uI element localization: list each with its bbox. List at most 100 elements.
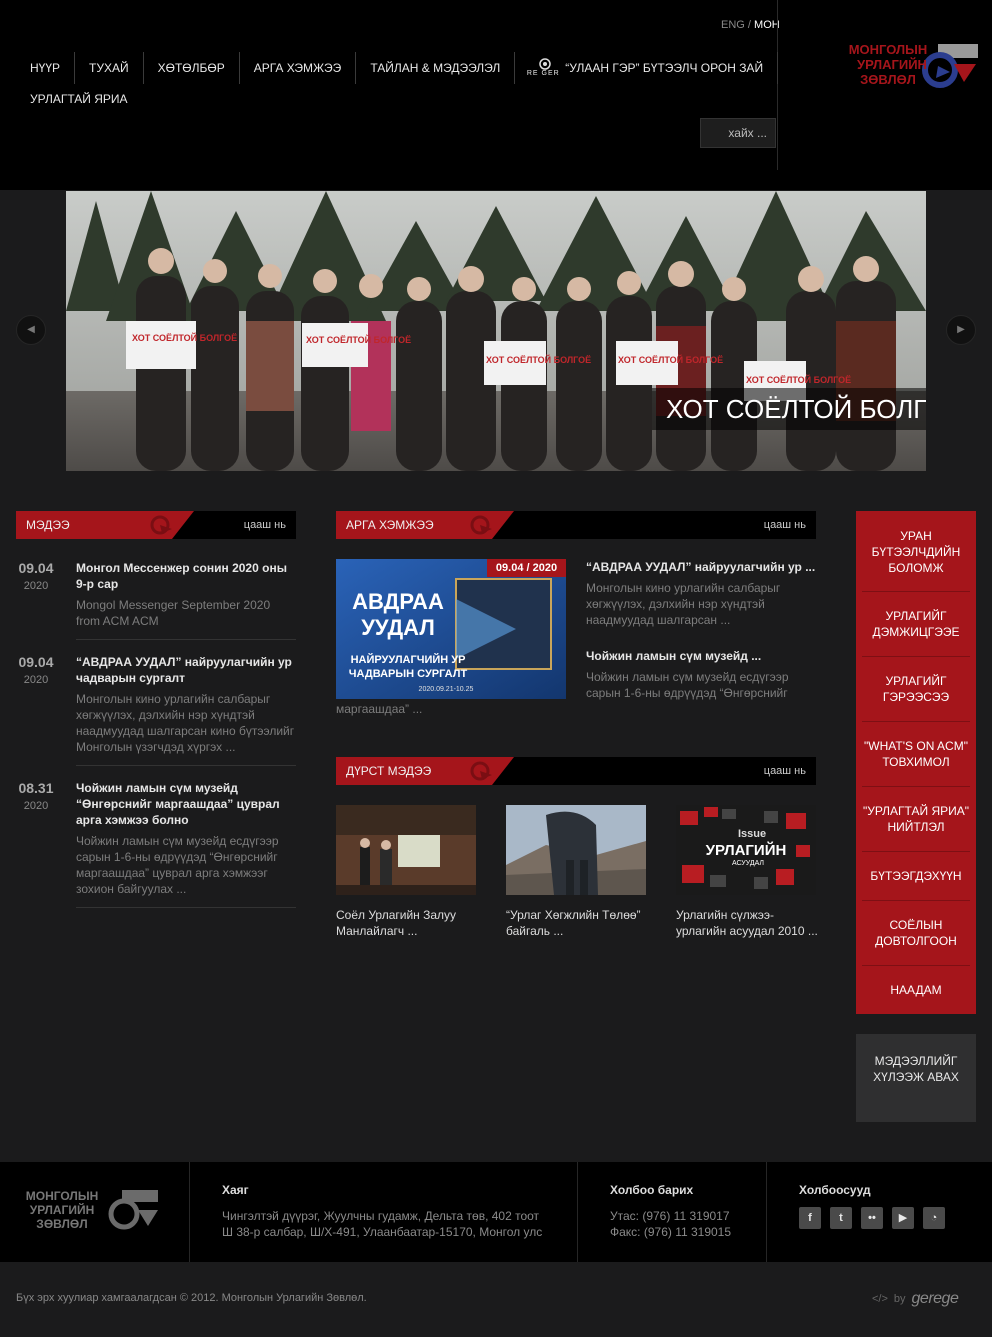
side-menu-item[interactable]: НААДАМ [856, 982, 976, 998]
news-body: Монгол Мессенжер сонин 2020 оны 9-р сар … [76, 560, 296, 629]
side-menu-item[interactable]: УРЛАГИЙГ ГЭРЭЭСЭЭ [856, 673, 976, 705]
footer-divider [189, 1162, 190, 1262]
event-poster-image[interactable]: АВДРАА УУДАЛ НАЙРУУЛАГЧИЙН УР ЧАДВАРЫН С… [336, 559, 566, 699]
news-date: 09.04 2020 [16, 560, 56, 592]
flickr-icon[interactable]: •• [861, 1207, 883, 1229]
footer-logo-line-1: МОНГОЛЫН [26, 1189, 99, 1203]
sign-text-1: ХОТ СОЁЛТОЙ БОЛГОЁ [132, 332, 237, 343]
side-menu-item[interactable]: УРЛАГИЙГ ДЭМЖИЦГЭЭЕ [856, 608, 976, 640]
slider-next-button[interactable]: ▶ [946, 315, 976, 345]
side-menu-divider [862, 965, 970, 966]
news-item-summary: Монголын кино урлагийн салбарыг хөгжүүлэ… [76, 692, 295, 754]
nav-art-talk[interactable]: УРЛАГТАЙ ЯРИА [30, 92, 128, 106]
footer-logo[interactable]: МОНГОЛЫН УРЛАГИЙН ЗӨВЛӨЛ [22, 1188, 162, 1237]
gallery-thumb[interactable] [336, 805, 476, 895]
news-item-title[interactable]: Чойжин ламын сүм музейд “Өнгөрснийг марг… [76, 780, 296, 828]
by-text: by [893, 1293, 906, 1305]
copyright-text: Бүх эрх хуулиар хамгаалагдсан © 2012. Мо… [16, 1292, 367, 1304]
language-switcher: ENG / МОН [721, 19, 780, 31]
news-divider [76, 907, 296, 908]
chevron-left-icon: ◀ [27, 324, 35, 335]
side-menu-item[interactable]: БҮТЭЭГДЭХҮҮН [856, 868, 976, 884]
facebook-icon[interactable]: f [799, 1207, 821, 1229]
poster-dates: 2020.09.21-10.25 [419, 686, 474, 693]
gallery-image [336, 805, 476, 895]
reger-eye-icon [539, 58, 552, 70]
poster-sub-2: ЧАДВАРЫН СУРГАЛТ [349, 668, 468, 680]
gallery-image: Issue УРЛАГИЙН АСУУДАЛ [676, 805, 816, 895]
news-year: 2020 [23, 580, 49, 592]
search-input[interactable] [700, 118, 776, 148]
side-menu-item[interactable]: "УРЛАГТАЙ ЯРИА" НИЙТЛЭЛ [856, 803, 976, 835]
news-divider [76, 765, 296, 766]
side-menu-divider [862, 900, 970, 901]
slider-prev-button[interactable]: ◀ [16, 315, 46, 345]
news-item-title[interactable]: Монгол Мессенжер сонин 2020 оны 9-р сар [76, 560, 296, 592]
logo-line-2: УРЛАГИЙН [857, 57, 927, 72]
news-item-title[interactable]: “АВДРАА УУДАЛ” найруулагчийн ур чадварын… [76, 654, 296, 686]
hero-slider[interactable]: ХОТ СОЁЛТОЙ БОЛГОЁ ХОТ СОЁЛТОЙ БОЛГОЁ ХО… [66, 191, 926, 471]
side-menu-item[interactable]: СОЁЛЫН ДОВТОЛГООН [856, 917, 976, 949]
event-summary-2-cont: маргаашдаа” ... [336, 702, 423, 716]
nav-reports[interactable]: ТАЙЛАН & МЭДЭЭЛЭЛ [356, 52, 516, 84]
site-logo[interactable]: МОНГОЛЫН УРЛАГИЙН ЗӨВЛӨЛ [830, 42, 980, 88]
sign-text-3: ХОТ СОЁЛТОЙ БОЛГОЁ [486, 354, 591, 365]
twitter-icon[interactable]: t [830, 1207, 852, 1229]
gallery-thumb[interactable] [506, 805, 646, 895]
news-header: МЭДЭЭ цааш нь [16, 511, 296, 539]
news-date: 08.31 2020 [16, 780, 56, 812]
developer-credit[interactable]: </> by gerege [872, 1290, 959, 1308]
news-item-summary: Mongol Messenger September 2020 from ACM… [76, 598, 271, 628]
nav-about[interactable]: ТУХАЙ [75, 52, 144, 84]
footer-logo-line-2: УРЛАГИЙН [30, 1202, 95, 1217]
youtube-icon[interactable]: ▶ [892, 1207, 914, 1229]
side-menu: УРАН БҮТЭЭЛЧДИЙН БОЛОМЖ УРЛАГИЙГ ДЭМЖИЦГ… [856, 511, 976, 1014]
thumb-text-1: Issue [738, 828, 766, 840]
lang-eng-link[interactable]: ENG [721, 19, 745, 31]
developer-logo: gerege [911, 1290, 959, 1307]
nav-program[interactable]: ХӨТӨЛБӨР [144, 52, 240, 84]
news-title: МЭДЭЭ [26, 518, 70, 532]
nav-home[interactable]: НҮҮР [16, 52, 76, 84]
side-menu-item[interactable]: "WHAT'S ON ACM" ТОВХИМОЛ [856, 738, 976, 770]
news-day: 09.04 [18, 560, 54, 576]
news-body: Чойжин ламын сүм музейд “Өнгөрснийг марг… [76, 780, 296, 897]
nav-events[interactable]: АРГА ХЭМЖЭЭ [240, 52, 357, 84]
event-summary-2: Чойжин ламын сүм музейд есдүгээр сарын 1… [586, 670, 789, 700]
gallery-caption[interactable]: Урлагийн сүлжээ-урлагийн асуудал 2010 ..… [676, 907, 821, 939]
side-menu-divider [862, 786, 970, 787]
links-heading: Холбоосууд [799, 1183, 871, 1197]
code-icon: </> [872, 1293, 888, 1305]
news-date: 09.04 2020 [16, 654, 56, 686]
nav-red-ger-label: “УЛААН ГЭР” БҮТЭЭЛЧ ОРОН ЗАЙ [565, 61, 764, 75]
reger-logo-icon: RE GER [527, 58, 559, 78]
gallery-more-link[interactable]: цааш нь [764, 757, 806, 785]
gallery-caption[interactable]: “Урлаг Хөгжлийн Төлөө” байгаль ... [506, 907, 651, 939]
event-summary-1: Монголын кино урлагийн салбарыг хөгжүүлэ… [586, 581, 781, 627]
lang-mon-link[interactable]: МОН [754, 19, 780, 31]
nav-red-ger[interactable]: RE GER “УЛААН ГЭР” БҮТЭЭЛЧ ОРОН ЗАЙ [515, 52, 779, 84]
address-heading: Хаяг [222, 1183, 249, 1197]
side-menu-divider [862, 591, 970, 592]
side-menu-divider [862, 851, 970, 852]
news-item: 09.04 2020 Монгол Мессенжер сонин 2020 о… [16, 560, 296, 650]
event-poster: АВДРАА УУДАЛ НАЙРУУЛАГЧИЙН УР ЧАДВАРЫН С… [336, 559, 566, 699]
fax-text: Факс: (976) 11 319015 [610, 1225, 732, 1239]
subscribe-button[interactable]: МЭДЭЭЛЛИЙГ ХҮЛЭЭЖ АВАХ [856, 1034, 976, 1122]
chevron-right-icon: ▶ [957, 324, 965, 335]
sign-text-5: ХОТ СОЁЛТОЙ БОЛГОЁ [746, 374, 851, 385]
gallery-thumb[interactable]: Issue УРЛАГИЙН АСУУДАЛ [676, 805, 816, 895]
side-menu-item[interactable]: УРАН БҮТЭЭЛЧДИЙН БОЛОМЖ [856, 528, 976, 576]
header-divider [777, 0, 778, 170]
events-more-link[interactable]: цааш нь [764, 511, 806, 539]
thumb-text-2: УРЛАГИЙН [706, 841, 787, 859]
news-more-link[interactable]: цааш нь [244, 511, 286, 539]
event-title-2[interactable]: Чойжин ламын сүм музейд ... [586, 649, 761, 663]
logo-line-1: МОНГОЛЫН [849, 42, 928, 57]
event-title-1[interactable]: “АВДРАА УУДАЛ” найруулагчийн ур ... [586, 560, 815, 574]
gallery-caption[interactable]: Соёл Урлагийн Залуу Манлайлагч ... [336, 907, 481, 939]
lang-separator: / [747, 19, 751, 31]
swirl-icon [470, 761, 492, 781]
rss-icon[interactable]: ◔ [923, 1207, 945, 1229]
footer-logo-line-3: ЗӨВЛӨЛ [36, 1217, 87, 1231]
